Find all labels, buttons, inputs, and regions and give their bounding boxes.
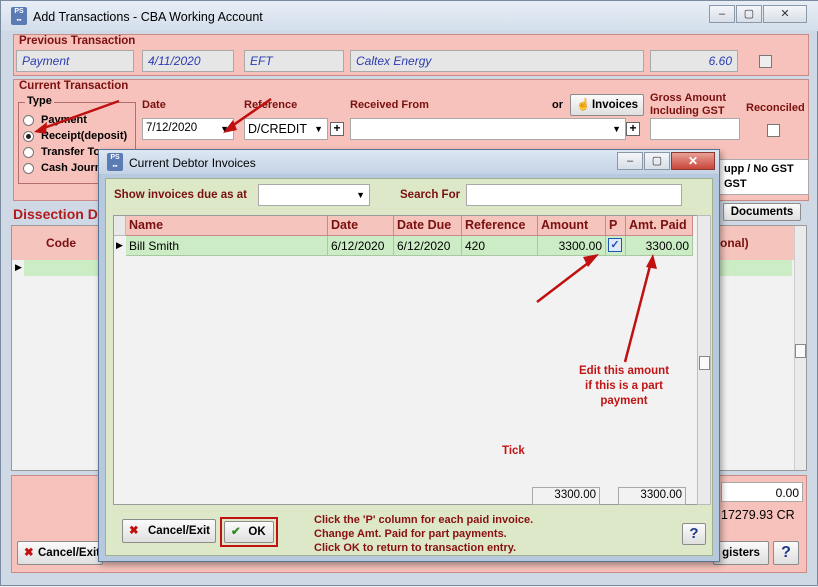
annotation-arrows-dialog <box>536 254 657 363</box>
annotation-edit-text-3: payment <box>600 395 648 407</box>
annotation-edit-text: Edit this amount if this is a part payme… <box>564 364 684 409</box>
debtor-invoices-dialog: PS ▪▪ Current Debtor Invoices – ▢ ✕ Show … <box>98 149 720 562</box>
annotation-edit-text-1: Edit this amount <box>578 365 670 377</box>
annotation-edit-text-2: if this is a part <box>585 380 663 392</box>
